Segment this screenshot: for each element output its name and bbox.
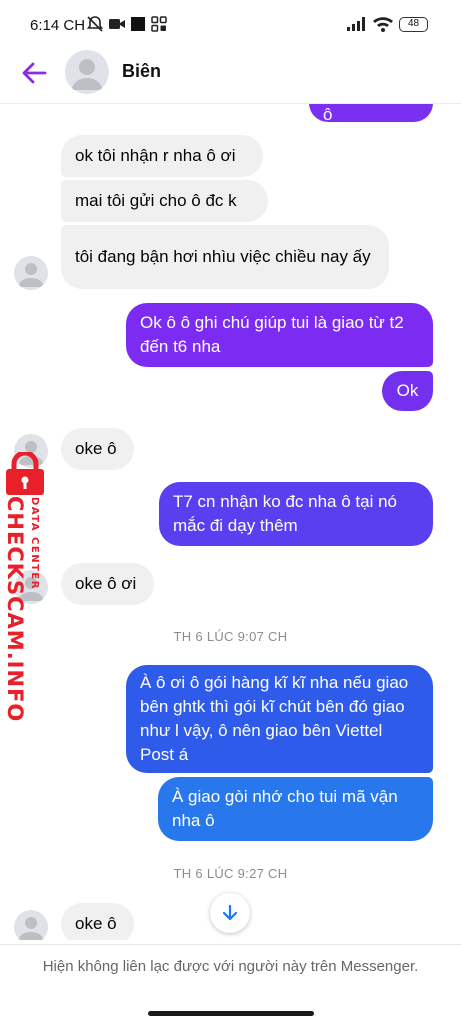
message-text: À ô ơi ô gói hàng kĩ kĩ nha nếu giao bên… bbox=[140, 673, 409, 764]
contact-name[interactable]: Biên bbox=[122, 61, 161, 82]
contact-avatar[interactable] bbox=[65, 50, 109, 94]
message-text: Quá chuẩn ô bbox=[323, 105, 333, 124]
contact-avatar-small[interactable] bbox=[14, 910, 48, 940]
avatar-icon bbox=[18, 917, 44, 940]
back-arrow-icon[interactable] bbox=[18, 58, 50, 88]
message-text: oke ô bbox=[75, 439, 117, 458]
message-text: Ok ô ô ghi chú giúp tui là giao từ t2 đế… bbox=[140, 313, 404, 356]
contact-avatar-small[interactable] bbox=[14, 256, 48, 290]
message-bubble-outgoing[interactable]: Ok ô ô ghi chú giúp tui là giao từ t2 đế… bbox=[126, 303, 433, 367]
message-bubble-outgoing[interactable]: À ô ơi ô gói hàng kĩ kĩ nha nếu giao bên… bbox=[126, 665, 433, 773]
message-text: T7 cn nhận ko đc nha ô tại nó mắc đi dạy… bbox=[173, 492, 397, 535]
status-bar: 6:14 CH 48 bbox=[0, 0, 461, 48]
watermark-subtitle: DATA CENTER bbox=[29, 497, 40, 590]
watermark-brand: CHECKSCAM.INFO bbox=[3, 496, 27, 723]
avatar-icon bbox=[18, 263, 44, 287]
signal-icon bbox=[347, 17, 365, 31]
message-list[interactable]: Quá chuẩn ô ok tôi nhận r nha ô ơi mai t… bbox=[0, 104, 461, 940]
video-icon bbox=[109, 19, 125, 29]
message-text: oke ô bbox=[75, 914, 117, 933]
message-bubble-outgoing[interactable]: Quá chuẩn ô bbox=[309, 104, 433, 124]
message-text: Ok bbox=[396, 381, 419, 400]
chat-header: Biên bbox=[0, 48, 461, 104]
avatar-icon bbox=[71, 59, 103, 90]
message-bubble-incoming[interactable]: tôi đang bận hơi nhìu việc chiều nay ấy bbox=[61, 225, 389, 289]
message-bubble-incoming[interactable]: mai tôi gửi cho ô đc k bbox=[61, 180, 268, 222]
message-text: ok tôi nhận r nha ô ơi bbox=[75, 146, 236, 165]
message-bubble-incoming[interactable]: oke ô bbox=[61, 903, 134, 940]
message-bubble-incoming[interactable]: ok tôi nhận r nha ô ơi bbox=[61, 135, 263, 177]
lock-icon bbox=[6, 452, 44, 495]
message-bubble-incoming[interactable]: oke ô bbox=[61, 428, 134, 470]
timestamp: TH 6 LÚC 9:07 CH bbox=[173, 629, 288, 644]
battery-indicator: 48 bbox=[399, 17, 428, 32]
muted-notification-icon bbox=[86, 16, 104, 32]
message-text: tôi đang bận hơi nhìu việc chiều nay ấy bbox=[75, 247, 371, 266]
scroll-down-arrow-icon bbox=[222, 904, 238, 921]
wifi-icon bbox=[373, 17, 393, 32]
message-bubble-outgoing[interactable]: Ok bbox=[382, 371, 433, 411]
scroll-to-bottom-button[interactable] bbox=[210, 893, 250, 933]
message-text: À giao gòi nhớ cho tui mã vận nha ô bbox=[172, 787, 398, 830]
unavailable-notice: Hiện không liên lạc được với người này t… bbox=[42, 958, 419, 975]
message-text: mai tôi gửi cho ô đc k bbox=[75, 191, 237, 210]
message-bubble-outgoing[interactable]: À giao gòi nhớ cho tui mã vận nha ô bbox=[158, 777, 433, 841]
message-bubble-incoming[interactable]: oke ô ơi bbox=[61, 563, 154, 605]
message-text: oke ô ơi bbox=[75, 574, 137, 593]
status-time: 6:14 CH bbox=[30, 17, 86, 34]
timestamp: TH 6 LÚC 9:27 CH bbox=[173, 866, 288, 881]
home-indicator[interactable] bbox=[148, 1011, 314, 1016]
apps-icon bbox=[151, 16, 167, 32]
square-icon bbox=[131, 17, 145, 31]
message-bubble-outgoing[interactable]: T7 cn nhận ko đc nha ô tại nó mắc đi dạy… bbox=[159, 482, 433, 546]
